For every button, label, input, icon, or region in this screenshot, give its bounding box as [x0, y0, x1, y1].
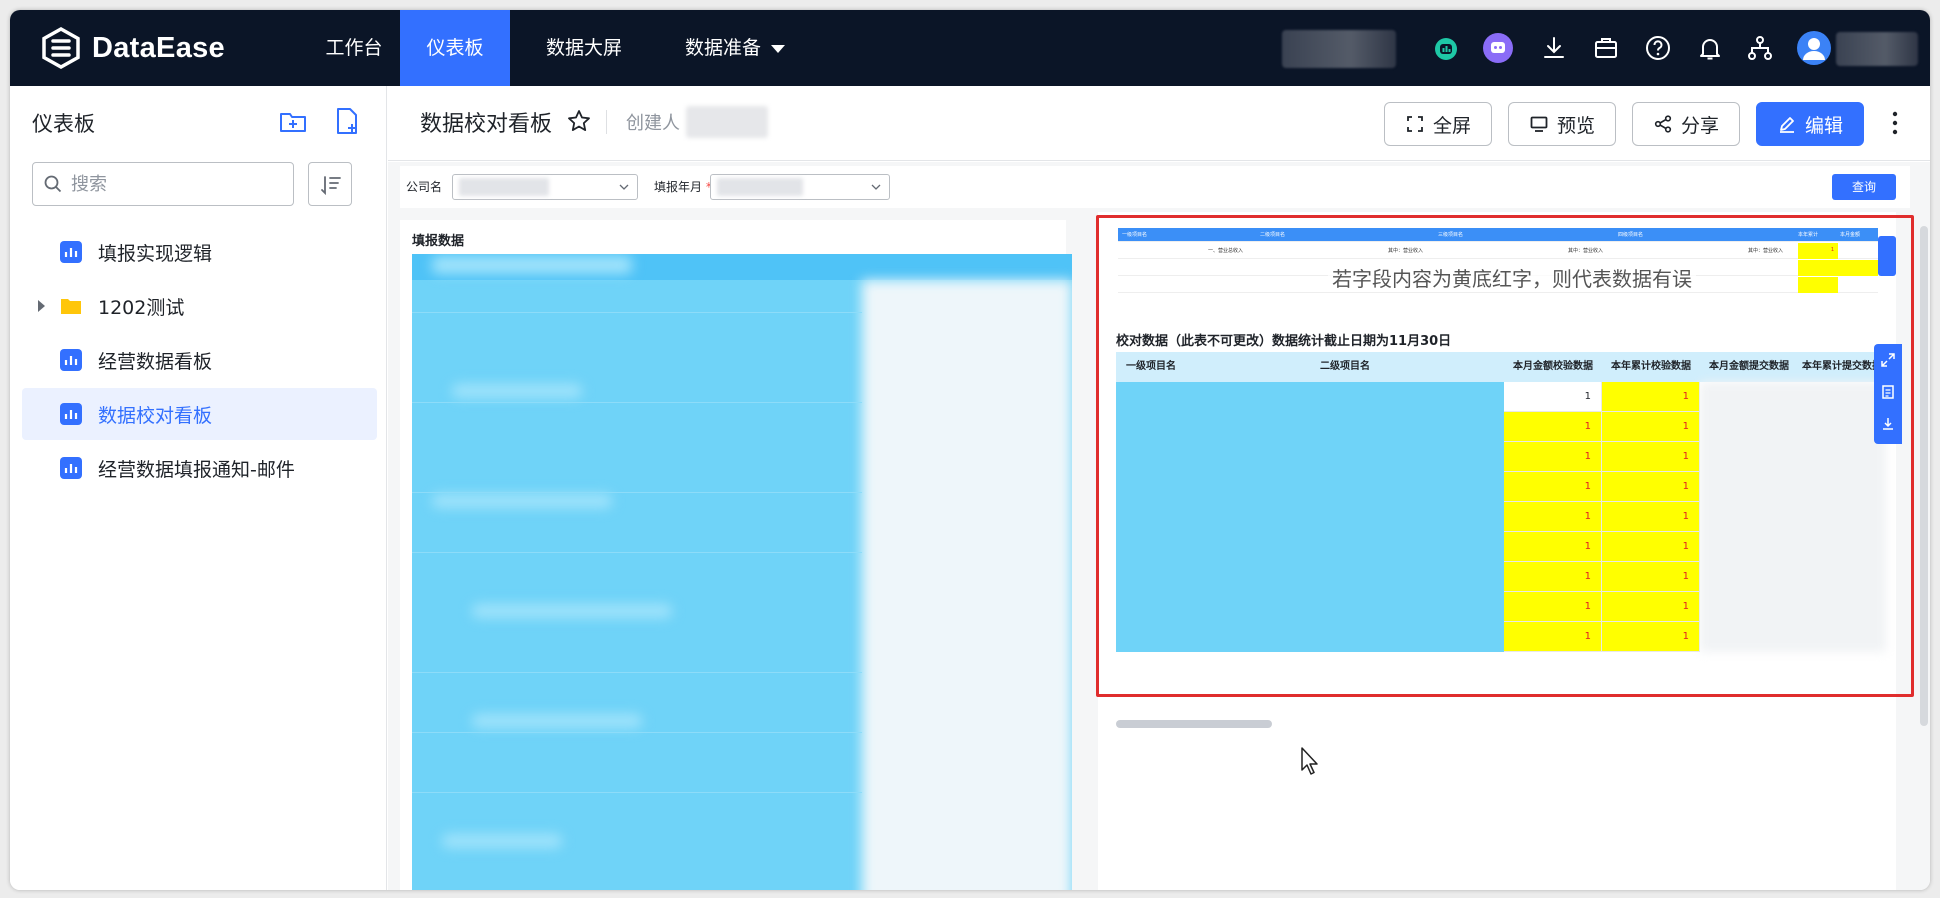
chevron-down-icon	[871, 184, 881, 190]
new-folder-icon[interactable]	[278, 106, 308, 136]
bell-icon[interactable]	[1694, 32, 1726, 64]
app-logo[interactable]: DataEase	[40, 24, 225, 72]
new-dashboard-icon[interactable]	[332, 106, 362, 136]
ai-assistant-icon[interactable]	[1430, 32, 1462, 64]
expand-arrow-icon[interactable]	[38, 300, 45, 312]
company-select[interactable]	[452, 174, 638, 200]
row-line	[412, 552, 862, 553]
mouse-cursor-icon	[1301, 747, 1318, 775]
sort-icon	[321, 176, 341, 196]
company-filter-label: 公司名	[406, 180, 443, 194]
sidebar-item-data-check-board[interactable]: 数据校对看板	[22, 388, 377, 440]
highlight-annotation-box	[1096, 215, 1914, 697]
blurred-text	[432, 494, 612, 508]
dataease-logo-icon	[42, 27, 80, 69]
blurred-fill-data-table[interactable]	[412, 254, 1072, 890]
sidebar-title: 仪表板	[32, 112, 95, 136]
row-line	[412, 792, 862, 793]
divider	[606, 110, 607, 134]
search-input[interactable]	[71, 171, 281, 197]
folder-icon	[61, 299, 81, 314]
period-select[interactable]	[710, 174, 890, 200]
blurred-text	[442, 834, 562, 848]
dashboard-header: 数据校对看板 创建人 全屏 预览 分享 编辑	[388, 86, 1930, 161]
period-filter-label-text: 填报年月	[654, 180, 703, 194]
vertical-scrollbar[interactable]	[1920, 226, 1928, 726]
edit-pencil-icon	[1779, 117, 1794, 133]
sort-button[interactable]	[308, 162, 352, 206]
blurred-text	[452, 384, 582, 398]
monitor-icon	[1530, 116, 1548, 132]
query-button[interactable]: 查询	[1832, 174, 1896, 200]
chevron-down-icon	[619, 184, 629, 190]
row-line	[412, 732, 862, 733]
row-line	[412, 312, 862, 313]
sidebar-item-fill-logic[interactable]: 填报实现逻辑	[22, 226, 377, 278]
filter-bar: 公司名 填报年月 * 查询	[400, 166, 1910, 208]
row-line	[412, 492, 862, 493]
sidebar-item-label: 填报实现逻辑	[98, 243, 213, 265]
blurred-period-value	[717, 178, 803, 196]
fill-data-title: 填报数据	[412, 234, 465, 249]
horizontal-scrollbar[interactable]	[1116, 720, 1272, 728]
dashboard-chart-icon	[60, 457, 82, 479]
share-button[interactable]: 分享	[1632, 102, 1740, 146]
nav-data-prep-label: 数据准备	[684, 37, 761, 59]
download-icon[interactable]	[1538, 32, 1570, 64]
dashboard-chart-icon	[60, 403, 82, 425]
fullscreen-button[interactable]: 全屏	[1384, 102, 1492, 146]
page-title: 数据校对看板	[420, 112, 553, 137]
nav-data-screen[interactable]: 数据大屏	[522, 10, 646, 86]
fill-data-panel: 填报数据	[400, 220, 1072, 890]
creator-label: 创建人	[626, 113, 680, 134]
sidebar-item-label: 1202测试	[98, 297, 185, 319]
period-filter-label: 填报年月 *	[654, 178, 712, 195]
search-icon	[44, 175, 62, 193]
blurred-company-value	[459, 178, 549, 196]
sidebar-item-label: 经营数据填报通知-邮件	[98, 459, 295, 481]
fullscreen-label: 全屏	[1432, 114, 1471, 137]
blurred-org-selector[interactable]	[1282, 30, 1396, 68]
row-line	[412, 402, 862, 403]
blurred-text	[472, 604, 672, 618]
sidebar-item-label: 数据校对看板	[98, 405, 213, 427]
edit-button[interactable]: 编辑	[1756, 102, 1864, 146]
chat-bot-icon[interactable]	[1482, 32, 1514, 64]
dashboard-chart-icon	[60, 241, 82, 263]
blurred-text	[472, 714, 642, 728]
app-name: DataEase	[92, 31, 225, 64]
sidebar-item-notify-email[interactable]: 经营数据填报通知-邮件	[22, 442, 377, 494]
share-label: 分享	[1680, 114, 1719, 137]
preview-button[interactable]: 预览	[1508, 102, 1616, 146]
nav-workbench[interactable]: 工作台	[308, 10, 400, 86]
blurred-creator-name	[686, 106, 768, 138]
edit-label: 编辑	[1804, 114, 1843, 137]
blurred-values-column	[862, 280, 1072, 890]
top-navbar: DataEase 工作台 仪表板 数据大屏 数据准备	[10, 10, 1930, 86]
briefcase-icon[interactable]	[1590, 32, 1622, 64]
nav-dashboard[interactable]: 仪表板	[400, 10, 510, 86]
help-icon[interactable]	[1642, 32, 1674, 64]
fullscreen-icon	[1407, 116, 1423, 132]
sidebar-item-folder-1202[interactable]: 1202测试	[22, 280, 377, 332]
share-icon	[1654, 115, 1672, 133]
more-vertical-icon[interactable]	[1890, 108, 1900, 138]
nav-data-prep[interactable]: 数据准备	[660, 10, 810, 86]
dashboard-chart-icon	[60, 349, 82, 371]
blurred-username[interactable]	[1836, 32, 1918, 66]
app-window: DataEase 工作台 仪表板 数据大屏 数据准备 仪表板 搜索 填报实现逻辑…	[10, 10, 1930, 890]
star-icon[interactable]	[566, 108, 592, 134]
sidebar: 仪表板 填报实现逻辑 1202测试 经营	[10, 86, 387, 890]
chevron-down-icon	[771, 44, 785, 53]
blurred-text	[432, 256, 632, 274]
search-box[interactable]	[32, 162, 294, 206]
org-tree-icon[interactable]	[1744, 32, 1776, 64]
sidebar-item-label: 经营数据看板	[98, 351, 213, 373]
user-avatar[interactable]	[1796, 30, 1832, 66]
row-line	[412, 672, 862, 673]
preview-label: 预览	[1556, 114, 1595, 137]
sidebar-item-business-board[interactable]: 经营数据看板	[22, 334, 377, 386]
